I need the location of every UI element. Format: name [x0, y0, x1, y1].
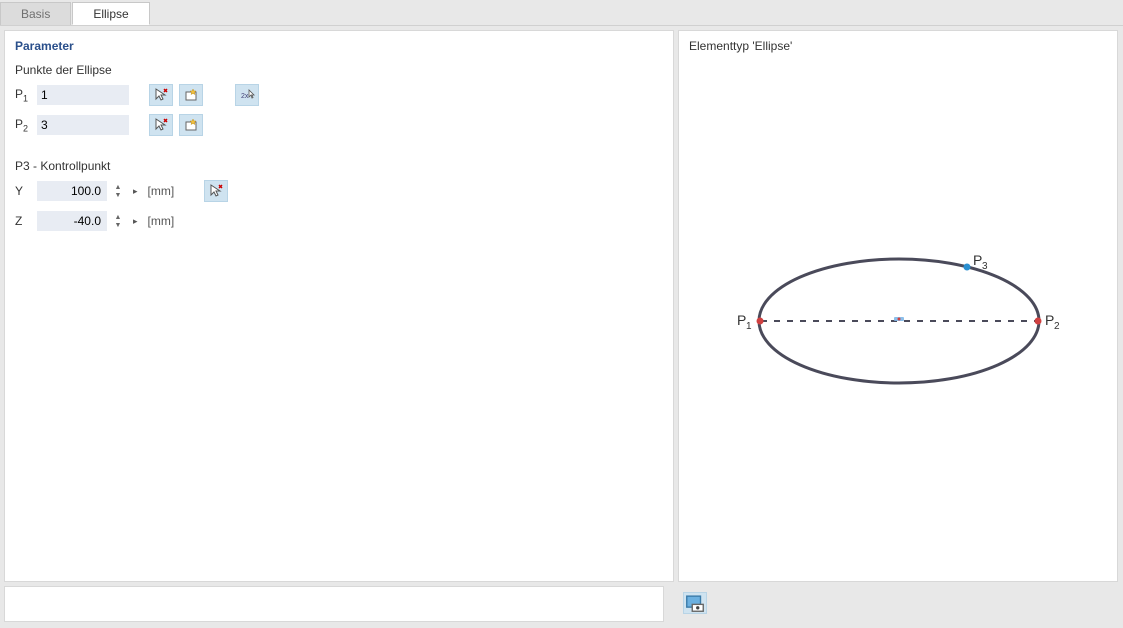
z-spin-down[interactable]: ▼	[113, 222, 123, 229]
bottom-area	[0, 586, 1123, 626]
status-strip	[4, 586, 664, 622]
content-area: Parameter Punkte der Ellipse P1	[0, 26, 1123, 586]
y-spin-down[interactable]: ▼	[113, 192, 123, 199]
tab-ellipse[interactable]: Ellipse	[72, 2, 149, 25]
new-point-p1-button[interactable]	[179, 84, 203, 106]
svg-text:P: P	[973, 252, 982, 268]
z-label: Z	[15, 214, 31, 228]
p2-label: P2	[15, 117, 31, 133]
z-expand[interactable]: ▸	[129, 216, 142, 227]
new-point-icon	[183, 87, 199, 103]
p1-row: P1 2x	[15, 83, 663, 107]
p3-heading: P3 - Kontrollpunkt	[15, 159, 663, 173]
z-spin-up[interactable]: ▲	[113, 214, 123, 221]
preview-panel: Elementtyp 'Ellipse' P1 P2 P3	[678, 30, 1118, 582]
y-unit: [mm]	[148, 184, 175, 198]
p2-input[interactable]	[37, 115, 129, 135]
cursor-pick-icon	[153, 87, 169, 103]
svg-text:2: 2	[1054, 321, 1060, 332]
p1-input[interactable]	[37, 85, 129, 105]
ellipse-svg: P1 P2 P3	[689, 61, 1109, 541]
points-heading: Punkte der Ellipse	[15, 63, 663, 77]
cursor-pick-icon	[208, 183, 224, 199]
pick-point-p1-button[interactable]	[149, 84, 173, 106]
pick-point-p2-button[interactable]	[149, 114, 173, 136]
y-row: Y ▲ ▼ ▸ [mm]	[15, 179, 663, 203]
svg-text:3: 3	[982, 261, 988, 272]
new-point-p2-button[interactable]	[179, 114, 203, 136]
z-unit: [mm]	[148, 214, 175, 228]
preview-title: Elementtyp 'Ellipse'	[689, 39, 1107, 53]
y-input[interactable]	[37, 181, 107, 201]
parameter-title: Parameter	[15, 39, 663, 53]
y-expand[interactable]: ▸	[129, 186, 142, 197]
y-label: Y	[15, 184, 31, 198]
new-point-icon	[183, 117, 199, 133]
svg-text:P: P	[1045, 312, 1054, 328]
tab-bar: Basis Ellipse	[0, 0, 1123, 26]
pick-point-p3-button[interactable]	[204, 180, 228, 202]
cursor-pick-icon	[153, 117, 169, 133]
y-spinner[interactable]: ▲ ▼	[113, 184, 123, 199]
svg-text:1: 1	[746, 321, 752, 332]
p1-label: P1	[15, 87, 31, 103]
y-spin-up[interactable]: ▲	[113, 184, 123, 191]
z-spinner[interactable]: ▲ ▼	[113, 214, 123, 229]
z-row: Z ▲ ▼ ▸ [mm]	[15, 209, 663, 233]
tab-basis[interactable]: Basis	[0, 2, 71, 25]
duplicate-p1-button[interactable]: 2x	[235, 84, 259, 106]
ellipse-preview: P1 P2 P3	[689, 61, 1107, 541]
duplicate-icon: 2x	[239, 87, 255, 103]
svg-text:2x: 2x	[241, 93, 249, 100]
svg-text:P: P	[737, 312, 746, 328]
parameter-panel: Parameter Punkte der Ellipse P1	[4, 30, 674, 582]
p2-row: P2	[15, 113, 663, 137]
z-input[interactable]	[37, 211, 107, 231]
